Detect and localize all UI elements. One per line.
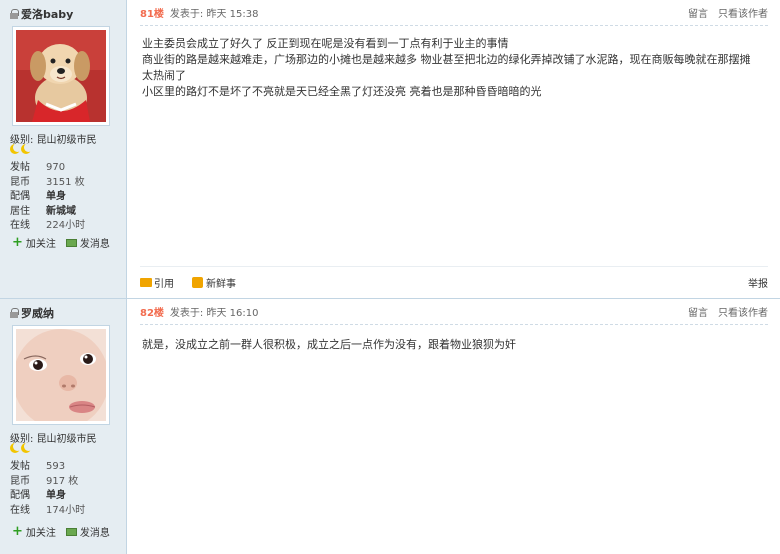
message-label[interactable]: 发消息 (80, 235, 110, 250)
stat-key: 发帖 (10, 162, 30, 173)
news-icon (192, 277, 203, 288)
stat-value: 917 枚 (46, 475, 79, 487)
message-label[interactable]: 发消息 (80, 524, 110, 539)
stat-value: 单身 (46, 191, 66, 202)
stat-value[interactable]: 970 (46, 162, 65, 173)
follow-label[interactable]: 加关注 (26, 524, 56, 539)
post-header: 82楼 发表于: 昨天 16:10 留言 只看该作者 (140, 299, 768, 325)
user-actions: + 加关注 发消息 (12, 523, 110, 540)
post-main: 82楼 发表于: 昨天 16:10 留言 只看该作者 就是，没成立之前一群人很积… (128, 299, 780, 554)
author-name[interactable]: 罗威纳 (10, 305, 54, 321)
post-main: 81楼 发表于: 昨天 15:38 留言 只看该作者 业主委员会成立了好久了 反… (128, 0, 780, 298)
post-81: 爱洛baby 级别: 昆山初级市民 发帖 970 昆币 3151 枚 配偶 单身… (0, 0, 780, 299)
stat-value: 新城域 (46, 205, 76, 217)
stat-value: 174小时 (46, 504, 86, 516)
stat-residence: 居住 新城域 (10, 205, 85, 220)
dog-avatar-image (16, 30, 106, 122)
moon-icon (10, 143, 22, 154)
stat-spouse: 配偶 单身 (10, 190, 85, 205)
post-time: 发表于: 昨天 16:10 (169, 308, 259, 319)
post-time: 发表于: 昨天 15:38 (169, 9, 259, 20)
content-line: 小区里的路灯不是坏了不亮就是天已经全黑了灯还没亮 亮着也是那种昏昏暗暗的光 (142, 85, 542, 98)
quote-label[interactable]: 引用 (154, 275, 174, 290)
stat-posts: 发帖 593 (10, 460, 85, 475)
stat-key: 配偶 (10, 191, 30, 202)
stat-online: 在线 174小时 (10, 504, 85, 519)
avatar[interactable] (12, 325, 110, 425)
stat-key: 在线 (10, 504, 30, 516)
author-name-text[interactable]: 爱洛baby (21, 6, 73, 22)
post-82: 罗威纳 级别: 昆山初级市民 发帖 593 昆币 917 枚 配偶 单身 在线 … (0, 299, 780, 554)
post-header-actions: 留言 只看该作者 (688, 304, 768, 319)
plus-icon: + (12, 234, 23, 250)
stat-key: 配偶 (10, 490, 30, 501)
floor-number[interactable]: 81楼 (140, 5, 164, 20)
envelope-icon (65, 238, 77, 247)
author-only-link[interactable]: 只看该作者 (718, 304, 768, 319)
author-name[interactable]: 爱洛baby (10, 6, 73, 22)
envelope-icon (65, 527, 77, 536)
user-actions: + 加关注 发消息 (12, 234, 110, 251)
floor-number[interactable]: 82楼 (140, 304, 164, 319)
stat-value: 3151 枚 (46, 176, 85, 188)
avatar[interactable] (12, 26, 110, 126)
content-line: 就是，没成立之前一群人很积极，成立之后一点作为没有，跟着物业狼狈为奸 (142, 338, 516, 351)
post-content: 就是，没成立之前一群人很积极，成立之后一点作为没有，跟着物业狼狈为奸 (142, 337, 760, 353)
stat-coins: 昆币 917 枚 (10, 475, 85, 490)
message-button[interactable]: 发消息 (65, 524, 110, 539)
user-stats: 发帖 593 昆币 917 枚 配偶 单身 在线 174小时 (10, 460, 85, 518)
stat-key: 昆币 (10, 475, 30, 487)
report-link[interactable]: 举报 (748, 275, 768, 290)
stat-spouse: 配偶 单身 (10, 489, 85, 504)
author-sidebar: 爱洛baby 级别: 昆山初级市民 发帖 970 昆币 3151 枚 配偶 单身… (0, 0, 127, 298)
author-sidebar: 罗威纳 级别: 昆山初级市民 发帖 593 昆币 917 枚 配偶 单身 在线 … (0, 299, 127, 554)
stat-value: 单身 (46, 490, 66, 501)
stat-key: 在线 (10, 220, 30, 231)
stat-posts: 发帖 970 (10, 161, 85, 176)
post-header: 81楼 发表于: 昨天 15:38 留言 只看该作者 (140, 0, 768, 26)
rank-moons (10, 143, 33, 157)
quote-icon (140, 278, 152, 287)
moon-icon (21, 143, 33, 154)
user-icon (10, 9, 19, 19)
level-value[interactable]: 昆山初级市民 (37, 434, 97, 445)
user-stats: 发帖 970 昆币 3151 枚 配偶 单身 居住 新城域 在线 224小时 (10, 161, 85, 234)
follow-button[interactable]: + 加关注 (12, 523, 56, 540)
news-label[interactable]: 新鲜事 (206, 275, 236, 290)
post-header-actions: 留言 只看该作者 (688, 5, 768, 20)
stat-key: 发帖 (10, 461, 30, 472)
follow-button[interactable]: + 加关注 (12, 234, 56, 251)
rank-moons (10, 442, 33, 456)
plus-icon: + (12, 523, 23, 539)
stat-value[interactable]: 593 (46, 461, 65, 472)
follow-label[interactable]: 加关注 (26, 235, 56, 250)
message-button[interactable]: 发消息 (65, 235, 110, 250)
reply-link[interactable]: 留言 (688, 5, 708, 20)
moon-icon (21, 442, 33, 453)
stat-key: 昆币 (10, 176, 30, 188)
post-content: 业主委员会成立了好久了 反正到现在呢是没有看到一丁点有利于业主的事情 商业街的路… (142, 36, 760, 100)
reply-link[interactable]: 留言 (688, 304, 708, 319)
author-only-link[interactable]: 只看该作者 (718, 5, 768, 20)
stat-value: 224小时 (46, 220, 86, 231)
news-button[interactable]: 新鲜事 (192, 275, 236, 290)
post-footer: 引用 新鲜事 举报 (140, 266, 768, 298)
author-name-text[interactable]: 罗威纳 (21, 305, 54, 321)
moon-icon (10, 442, 22, 453)
content-line: 业主委员会成立了好久了 反正到现在呢是没有看到一丁点有利于业主的事情 (142, 37, 509, 50)
stat-coins: 昆币 3151 枚 (10, 176, 85, 191)
user-icon (10, 308, 19, 318)
stat-key: 居住 (10, 205, 30, 217)
quote-button[interactable]: 引用 (140, 275, 174, 290)
content-line: 商业街的路是越来越难走，广场那边的小摊也是越来越多 物业甚至把北边的绿化弄掉改铺… (142, 53, 751, 82)
level-value[interactable]: 昆山初级市民 (37, 135, 97, 146)
stat-online: 在线 224小时 (10, 219, 85, 234)
baby-avatar-image (16, 329, 106, 421)
